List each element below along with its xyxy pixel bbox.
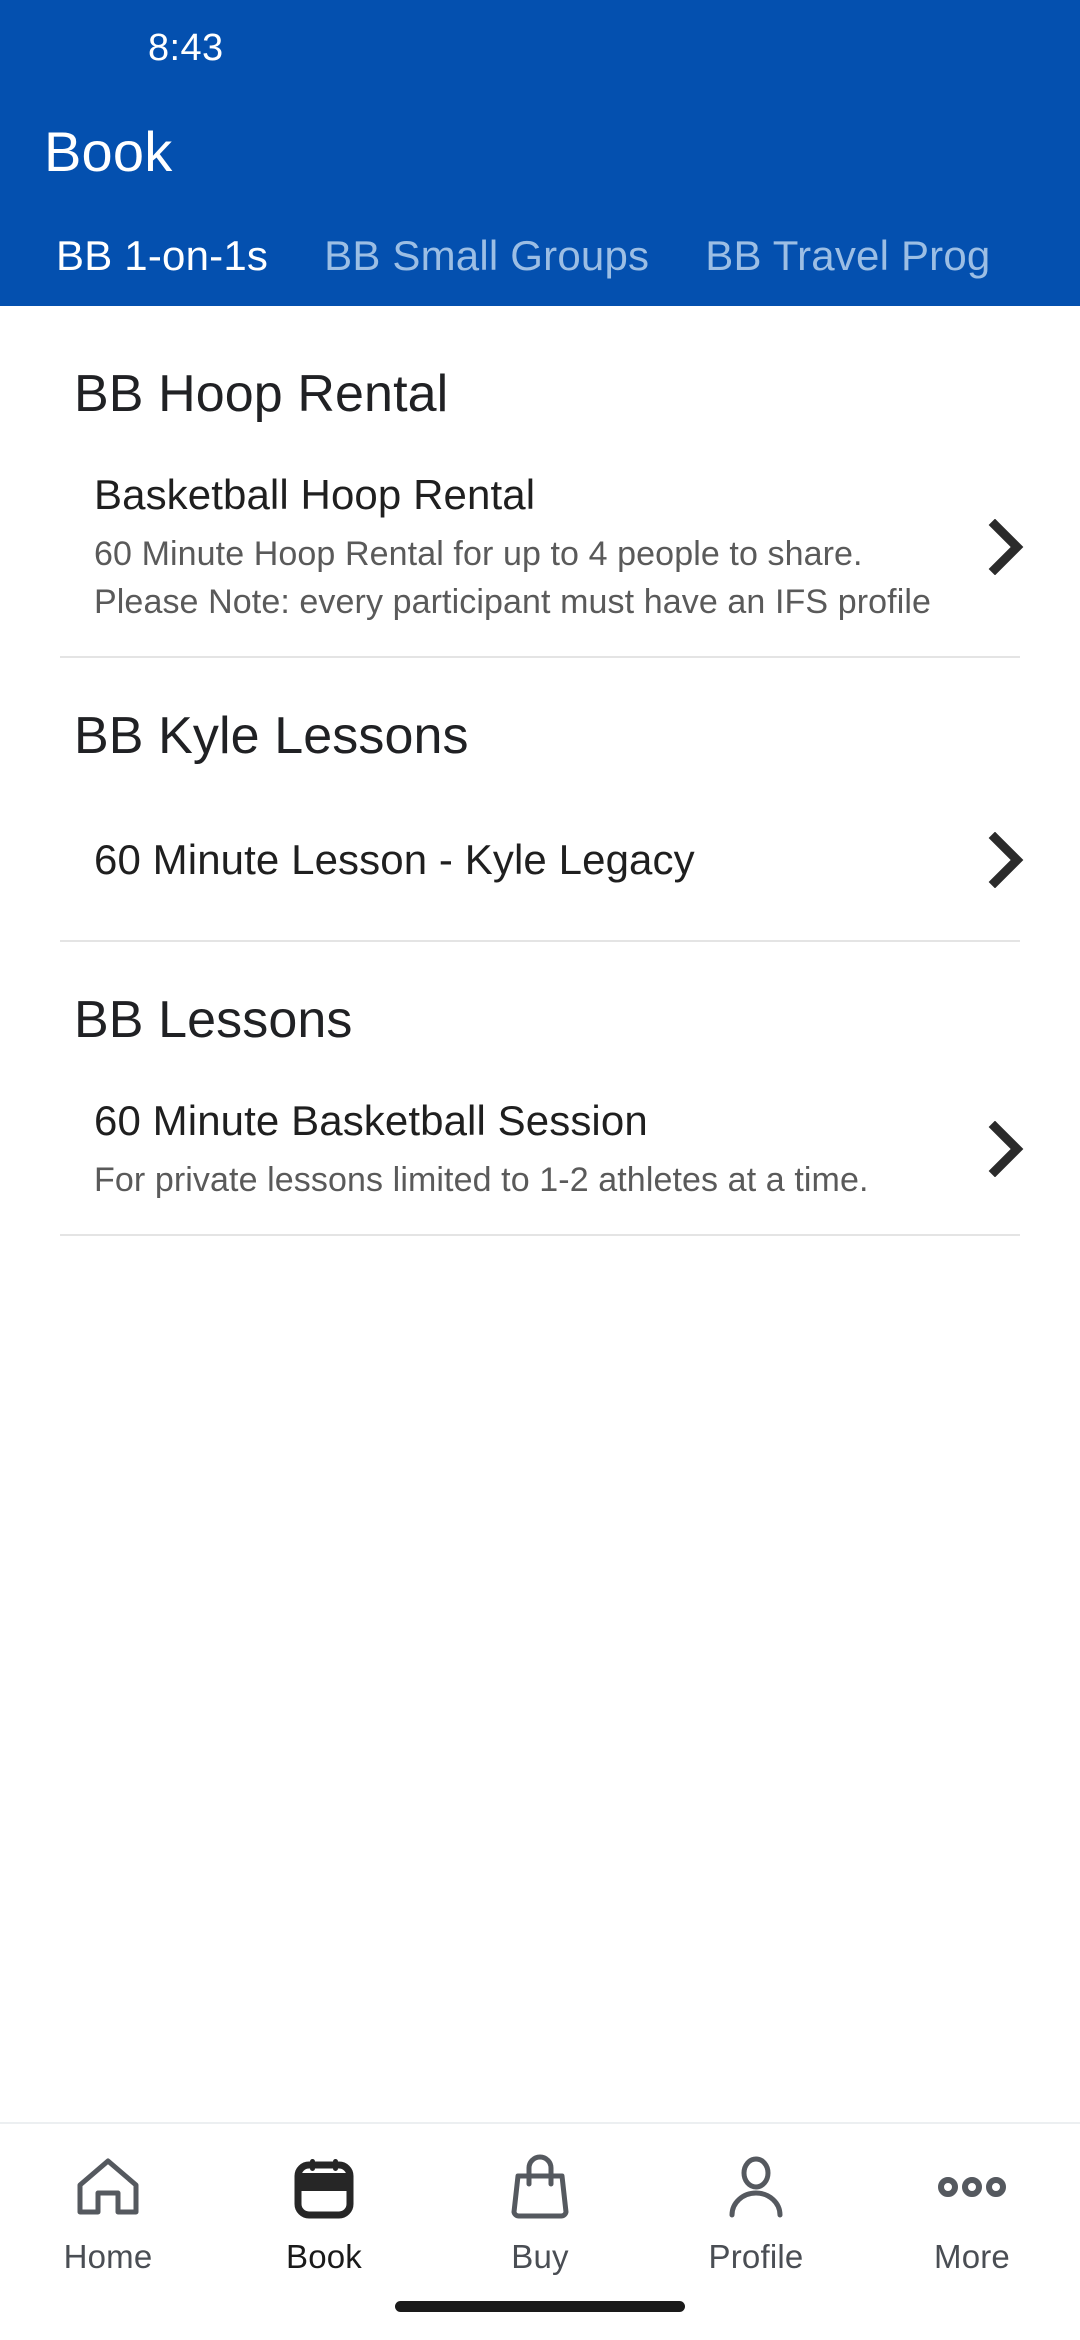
- nav-item-buy[interactable]: Buy: [432, 2150, 648, 2276]
- list-item-60-minute-basketball-session[interactable]: 60 Minute Basketball Session For private…: [0, 1084, 1080, 1214]
- nav-item-label: Book: [285, 2238, 363, 2275]
- app-screen: 8:43 Book BB 1-on-1s BB Small Groups BB …: [0, 0, 1080, 2340]
- page-title: Book: [44, 119, 173, 183]
- ellipsis-icon: [938, 2150, 1006, 2224]
- status-bar: 8:43: [0, 0, 1080, 96]
- chevron-right-icon[interactable]: [978, 519, 1036, 576]
- nav-item-book[interactable]: Book: [216, 2150, 432, 2276]
- list-item-description: 60 Minute Hoop Rental for up to 4 people…: [94, 534, 932, 622]
- tab-bb-1-on-1s[interactable]: BB 1-on-1s: [28, 206, 296, 306]
- nav-item-label: Home: [63, 2238, 153, 2275]
- list-item-text: 60 Minute Basketball Session For private…: [94, 1094, 978, 1204]
- nav-item-more[interactable]: More: [864, 2150, 1080, 2276]
- nav-item-label: Profile: [708, 2238, 804, 2275]
- section-title-kyle-lessons: BB Kyle Lessons: [74, 707, 469, 766]
- list-item-title: 60 Minute Lesson - Kyle Legacy: [94, 836, 695, 884]
- nav-item-label: Buy: [511, 2238, 569, 2275]
- list-item-description: For private lessons limited to 1-2 athle…: [94, 1161, 869, 1200]
- list-item-title: Basketball Hoop Rental: [94, 471, 536, 518]
- tab-bar[interactable]: BB 1-on-1s BB Small Groups BB Travel Pro…: [0, 206, 1080, 306]
- list-item-text: Basketball Hoop Rental 60 Minute Hoop Re…: [94, 468, 978, 626]
- tab-bb-travel-prog[interactable]: BB Travel Prog: [677, 206, 1018, 306]
- tab-bb-small-groups[interactable]: BB Small Groups: [296, 206, 677, 306]
- app-header: 8:43 Book BB 1-on-1s BB Small Groups BB …: [0, 0, 1080, 306]
- bag-icon: [508, 2150, 572, 2224]
- title-bar: Book: [0, 96, 1080, 206]
- calendar-icon: [292, 2150, 356, 2224]
- section-title-hoop-rental: BB Hoop Rental: [74, 365, 449, 423]
- list-item-text: 60 Minute Lesson - Kyle Legacy: [94, 833, 978, 887]
- home-icon: [74, 2150, 142, 2224]
- list-item-title: 60 Minute Basketball Session: [94, 1097, 648, 1145]
- section-title-bb-lessons: BB Lessons: [74, 991, 353, 1050]
- chevron-right-icon[interactable]: [978, 1121, 1036, 1178]
- list-item-basketball-hoop-rental[interactable]: Basketball Hoop Rental 60 Minute Hoop Re…: [0, 458, 1080, 636]
- service-list: BB Hoop Rental Basketball Hoop Rental 60…: [0, 306, 1080, 2122]
- home-indicator[interactable]: [395, 2301, 685, 2312]
- status-bar-clock: 8:43: [148, 26, 224, 69]
- nav-item-label: More: [934, 2238, 1010, 2275]
- list-divider: [60, 1234, 1020, 1237]
- list-item-60-minute-lesson-kyle-legacy[interactable]: 60 Minute Lesson - Kyle Legacy: [0, 800, 1080, 920]
- nav-item-profile[interactable]: Profile: [648, 2150, 864, 2276]
- person-icon: [724, 2150, 788, 2224]
- nav-item-home[interactable]: Home: [0, 2150, 216, 2276]
- chevron-right-icon[interactable]: [978, 832, 1036, 889]
